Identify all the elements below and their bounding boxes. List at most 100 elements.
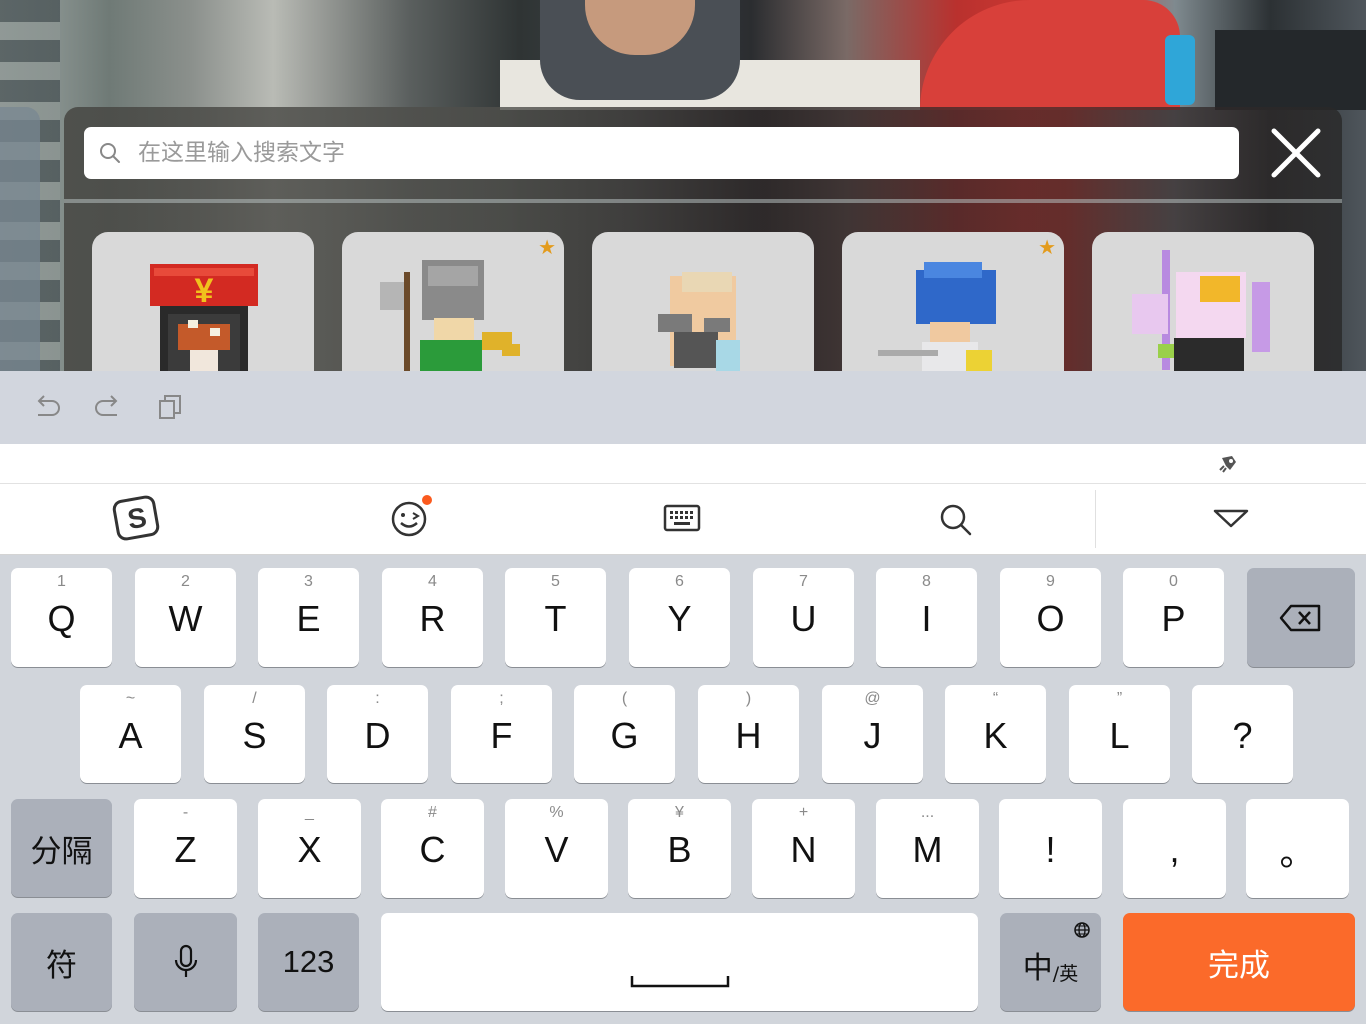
character-card-knight[interactable]: ★ <box>342 232 564 372</box>
key-secondary-label: ; <box>499 690 504 707</box>
key-row2-4[interactable]: (G <box>574 685 675 783</box>
key-row2-2[interactable]: :D <box>327 685 428 783</box>
key-secondary-label: : <box>375 690 380 707</box>
key-row1-9[interactable]: 0P <box>1123 568 1224 667</box>
language-switch-key[interactable]: 中 /英 <box>1000 913 1101 1011</box>
key-row2-1[interactable]: / S <box>204 685 305 783</box>
keyboard: 1Q2W3E4R5T6Y7U8I9O0P ~ A / S: D; F(G) H @ J “K” L?… <box>0 555 1366 1024</box>
key-label: H <box>735 714 762 756</box>
space-key[interactable] <box>381 913 978 1011</box>
separator-label: 分隔 <box>30 833 93 870</box>
pink-hair-character-image <box>1132 250 1270 372</box>
key-row3-5[interactable]: + N <box>752 799 855 898</box>
key-label: Q <box>47 598 76 639</box>
key-row1-2[interactable]: 3E <box>258 568 359 667</box>
key-secondary-label: / <box>252 690 257 707</box>
key-row1-5[interactable]: 6Y <box>629 568 730 667</box>
search-bar[interactable] <box>84 127 1239 179</box>
key-secondary-label: + <box>798 804 809 821</box>
key-secondary-label: 6 <box>675 573 684 590</box>
key-label: T <box>544 598 567 639</box>
undo-icon[interactable] <box>32 392 62 422</box>
key-label: A <box>118 714 143 756</box>
key-label: L <box>1109 714 1130 756</box>
key-row2-6[interactable]: @ J <box>822 685 923 783</box>
key-row2-5[interactable]: ) H <box>698 685 799 783</box>
emoji-icon[interactable] <box>388 494 434 540</box>
key-row3-1[interactable]: _ X <box>258 799 361 898</box>
key-row3-7[interactable]: ! <box>999 799 1102 898</box>
space-icon <box>630 976 729 988</box>
key-row3-3[interactable]: % V <box>505 799 608 898</box>
key-row1-8[interactable]: 9O <box>1000 568 1101 667</box>
key-label: O <box>1036 598 1065 639</box>
key-secondary-label: ... <box>920 804 935 821</box>
search-icon[interactable] <box>938 502 974 538</box>
numeric-label: 123 <box>282 944 335 979</box>
panel-divider <box>64 199 1342 203</box>
key-secondary-label: ” <box>1116 690 1123 707</box>
favorite-star-icon: ★ <box>538 237 556 259</box>
redo-icon[interactable] <box>93 392 123 422</box>
key-row1-1[interactable]: 2W <box>135 568 236 667</box>
key-row3-6[interactable]: ... M <box>876 799 979 898</box>
key-row2-9[interactable]: ? <box>1192 685 1293 783</box>
character-card-pink-hair[interactable] <box>1092 232 1314 372</box>
key-label: P <box>1161 598 1186 639</box>
key-row1-0[interactable]: 1Q <box>11 568 112 667</box>
character-card-blue-hair[interactable]: ★ <box>842 232 1064 372</box>
key-row1-6[interactable]: 7U <box>753 568 854 667</box>
key-label: W <box>168 598 203 639</box>
hide-keyboard-icon[interactable] <box>1212 508 1250 530</box>
key-row3-4[interactable]: ¥ B <box>628 799 731 898</box>
key-row2-8[interactable]: ” L <box>1069 685 1170 783</box>
symbol-key[interactable]: 符 <box>11 913 112 1011</box>
key-label: 。 <box>1279 832 1316 873</box>
character-card-shop[interactable]: ¥ <box>92 232 314 372</box>
favorite-star-icon: ★ <box>1038 237 1056 259</box>
key-label: ! <box>1045 829 1056 870</box>
key-row3-9[interactable]: 。 <box>1246 799 1349 898</box>
key-row3-0[interactable]: -Z <box>134 799 237 898</box>
key-label: E <box>296 598 321 639</box>
key-label: , <box>1169 829 1180 870</box>
key-secondary-label: 3 <box>304 573 313 590</box>
character-card-old-man[interactable] <box>592 232 814 372</box>
blue-hair-character-image <box>878 262 996 372</box>
key-row2-3[interactable]: ; F <box>451 685 552 783</box>
rocket-icon[interactable] <box>1218 452 1240 474</box>
backspace-key[interactable] <box>1247 568 1355 667</box>
key-secondary-label: “ <box>992 690 999 707</box>
search-input[interactable] <box>136 139 1239 167</box>
key-label: B <box>667 829 692 870</box>
key-label: G <box>610 714 639 756</box>
key-label: Y <box>667 598 692 639</box>
key-secondary-label: 9 <box>1046 573 1055 590</box>
paste-icon[interactable] <box>156 392 186 422</box>
key-row1-4[interactable]: 5T <box>505 568 606 667</box>
key-label: V <box>544 829 569 870</box>
keyboard-icon[interactable] <box>662 502 702 534</box>
numeric-key[interactable]: 123 <box>258 913 359 1011</box>
key-row1-7[interactable]: 8I <box>876 568 977 667</box>
key-row1-3[interactable]: 4R <box>382 568 483 667</box>
ime-toolbar: S <box>0 484 1366 555</box>
close-icon[interactable] <box>1268 125 1324 181</box>
microphone-key[interactable] <box>134 913 237 1011</box>
key-secondary-label: 5 <box>551 573 560 590</box>
key-label: I <box>921 598 932 639</box>
sogou-logo-icon[interactable]: S <box>111 492 163 544</box>
knight-character-image <box>380 260 520 372</box>
key-secondary-label: ¥ <box>675 804 684 821</box>
key-secondary-label: # <box>428 804 437 821</box>
key-secondary-label: _ <box>305 804 314 821</box>
microphone-icon <box>174 944 197 977</box>
key-label: ? <box>1232 714 1253 756</box>
key-row2-7[interactable]: “K <box>945 685 1046 783</box>
key-row3-8[interactable]: , <box>1123 799 1226 898</box>
globe-icon <box>1074 922 1090 938</box>
done-button[interactable]: 完成 <box>1123 913 1355 1011</box>
key-row3-2[interactable]: # C <box>381 799 484 898</box>
key-row2-0[interactable]: ~ A <box>80 685 181 783</box>
separator-key[interactable]: 分隔 <box>11 799 112 897</box>
